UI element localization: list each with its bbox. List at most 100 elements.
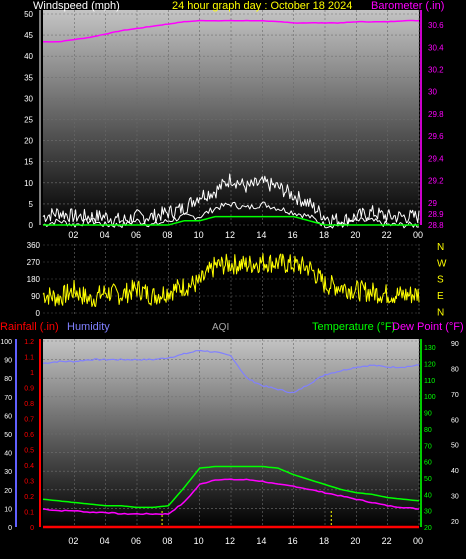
dir-compass-label: W xyxy=(437,258,447,269)
wind-y-tick-label: 0 xyxy=(29,221,34,230)
baro-y-tick-label: 30 xyxy=(428,88,437,97)
temp-y-tick-label: 40 xyxy=(424,492,432,499)
dir-y-tick-label: 180 xyxy=(27,275,41,284)
dir-compass-label: N xyxy=(437,242,444,253)
baro-y-tick-label: 29.6 xyxy=(428,132,444,141)
rain-y-tick-label: 0.9 xyxy=(24,386,34,393)
windspeed-axis-label: Windspeed (mph) xyxy=(33,0,120,12)
wind-x-tick-label: 02 xyxy=(68,230,78,240)
humidity-y-tick-label: 70 xyxy=(4,395,12,402)
baro-y-tick-label: 29.8 xyxy=(428,110,444,119)
temp-outer-tick-label: 30 xyxy=(451,494,459,501)
temp-x-tick-label: 08 xyxy=(162,536,172,546)
humidity-y-tick-label: 0 xyxy=(8,525,12,532)
temp-x-tick-label: 16 xyxy=(288,536,298,546)
rain-y-tick-label: 0.8 xyxy=(24,401,34,408)
barometer-axis-label: Barometer (.in) xyxy=(371,0,444,12)
wind-y-tick-label: 45 xyxy=(24,31,33,40)
humidity-axis-label: Humidity xyxy=(67,321,110,333)
rain-y-tick-label: 0.5 xyxy=(24,448,34,455)
wind-y-tick-label: 25 xyxy=(24,116,33,125)
temp-y-tick-label: 110 xyxy=(424,378,435,385)
weather-chart-svg: Windspeed (mph) 24 hour graph day : Octo… xyxy=(0,0,464,546)
temp-outer-tick-label: 20 xyxy=(451,519,459,526)
temp-x-tick-label: 04 xyxy=(100,536,110,546)
rain-y-tick-label: 0.2 xyxy=(24,494,34,501)
baro-y-tick-label: 30.6 xyxy=(428,21,444,30)
baro-y-tick-label: 29.2 xyxy=(428,177,444,186)
humidity-y-tick-label: 20 xyxy=(4,488,12,495)
wind-x-tick-label: 06 xyxy=(131,230,141,240)
temp-x-tick-label: 10 xyxy=(194,536,204,546)
temp-y-tick-label: 130 xyxy=(424,345,436,352)
temp-x-tick-label: 06 xyxy=(131,536,141,546)
wind-x-tick-label: 04 xyxy=(100,230,110,240)
temp-y-tick-label: 20 xyxy=(424,525,432,532)
dir-compass-label: N xyxy=(437,307,444,318)
humidity-y-tick-label: 50 xyxy=(4,432,12,439)
dir-y-tick-label: 270 xyxy=(27,258,41,267)
dir-y-tick-label: 90 xyxy=(31,292,40,301)
temperature-axis-label: Temperature (°F) xyxy=(312,321,395,333)
temp-y-tick-label: 30 xyxy=(424,509,432,516)
rain-y-tick-label: 0.4 xyxy=(24,463,34,470)
temp-outer-tick-label: 70 xyxy=(451,392,459,399)
temp-outer-tick-label: 40 xyxy=(451,468,459,475)
wind-x-tick-label: 20 xyxy=(350,230,360,240)
wind-y-tick-label: 10 xyxy=(24,179,33,188)
rain-y-tick-label: 1.1 xyxy=(24,355,34,362)
dir-y-tick-label: 360 xyxy=(27,241,41,250)
temp-x-tick-label: 02 xyxy=(68,536,78,546)
temp-y-tick-label: 80 xyxy=(424,427,432,434)
baro-y-tick-label: 28.9 xyxy=(428,210,444,219)
wind-x-tick-label: 18 xyxy=(319,230,329,240)
rain-y-tick-label: 0 xyxy=(30,525,34,532)
wind-y-tick-label: 15 xyxy=(24,158,33,167)
humidity-y-tick-label: 40 xyxy=(4,451,12,458)
temp-outer-tick-label: 80 xyxy=(451,366,459,373)
wind-x-tick-label: 14 xyxy=(256,230,266,240)
dir-compass-label: E xyxy=(437,291,444,302)
wind-y-tick-label: 50 xyxy=(24,10,33,19)
weather-graph: Windspeed (mph) 24 hour graph day : Octo… xyxy=(0,0,466,554)
rain-y-tick-label: 1.2 xyxy=(24,339,34,346)
baro-y-tick-label: 29 xyxy=(428,199,437,208)
temp-x-tick-label: 20 xyxy=(350,536,360,546)
dir-compass-label: S xyxy=(437,275,444,286)
wind-x-tick-label: 08 xyxy=(162,230,172,240)
rain-y-tick-label: 0.3 xyxy=(24,479,34,486)
temp-x-tick-label: 18 xyxy=(319,536,329,546)
wind-y-tick-label: 5 xyxy=(29,200,34,209)
temp-outer-tick-label: 50 xyxy=(451,443,459,450)
humidity-y-tick-label: 10 xyxy=(4,506,12,513)
temp-y-tick-label: 100 xyxy=(424,394,436,401)
temp-x-tick-label: 22 xyxy=(382,536,392,546)
humidity-y-tick-label: 80 xyxy=(4,376,12,383)
temp-outer-tick-label: 60 xyxy=(451,417,459,424)
temp-outer-tick-label: 90 xyxy=(451,341,459,348)
wind-x-tick-label: 00 xyxy=(413,230,423,240)
wind-x-tick-label: 12 xyxy=(225,230,235,240)
baro-y-tick-label: 30.4 xyxy=(428,43,444,52)
wind-y-tick-label: 40 xyxy=(24,52,33,61)
temp-x-tick-label: 12 xyxy=(225,536,235,546)
humidity-y-tick-label: 90 xyxy=(4,358,12,365)
chart-title: 24 hour graph day : October 18 2024 xyxy=(172,0,352,12)
temp-x-tick-label: 14 xyxy=(256,536,266,546)
wind-x-tick-label: 16 xyxy=(288,230,298,240)
temp-y-tick-label: 70 xyxy=(424,443,432,450)
temp-y-tick-label: 120 xyxy=(424,362,436,369)
humidity-y-tick-label: 60 xyxy=(4,413,12,420)
temp-y-tick-label: 60 xyxy=(424,460,432,467)
rain-y-tick-label: 0.6 xyxy=(24,432,34,439)
baro-y-tick-label: 29.4 xyxy=(428,154,444,163)
dewpoint-axis-label: Dew Point (°F) xyxy=(392,321,464,333)
wind-y-tick-label: 20 xyxy=(24,137,33,146)
dir-y-tick-label: 0 xyxy=(36,309,41,318)
wind-x-tick-label: 10 xyxy=(194,230,204,240)
wind-y-tick-label: 30 xyxy=(24,94,33,103)
wind-x-tick-label: 22 xyxy=(382,230,392,240)
temp-y-tick-label: 50 xyxy=(424,476,432,483)
wind-y-tick-label: 35 xyxy=(24,73,33,82)
temp-x-tick-label: 00 xyxy=(413,536,423,546)
